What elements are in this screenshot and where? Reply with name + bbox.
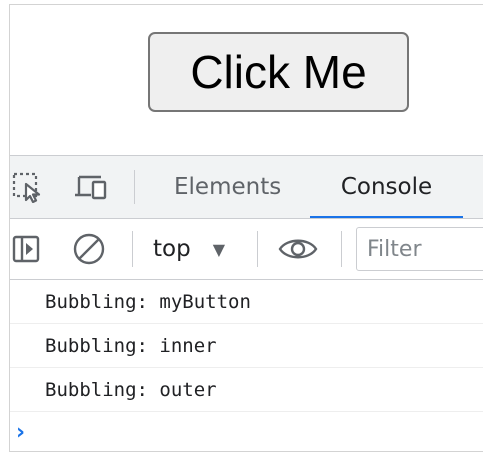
browser-viewport: Click Me Elements Console top ▼ Filter B… <box>9 4 483 452</box>
inspect-element-icon[interactable] <box>10 170 46 204</box>
show-sidebar-icon[interactable] <box>10 231 44 267</box>
clear-console-icon[interactable] <box>70 231 108 267</box>
tabbar-divider <box>134 170 135 204</box>
devtools-tab-bar: Elements Console <box>10 156 483 219</box>
console-messages: Bubbling: myButton Bubbling: inner Bubbl… <box>10 280 483 451</box>
context-value: top <box>153 236 191 262</box>
console-message-text: Bubbling: myButton <box>45 290 251 313</box>
prompt-chevron-icon: › <box>16 419 26 445</box>
console-prompt[interactable]: › <box>10 412 483 451</box>
console-message: Bubbling: outer <box>10 368 483 412</box>
console-filter-input[interactable] <box>356 227 483 271</box>
toolbar-divider-2 <box>257 231 258 267</box>
console-message-text: Bubbling: outer <box>45 378 217 401</box>
console-toolbar: top ▼ <box>10 219 483 280</box>
click-me-button[interactable]: Click Me <box>148 32 409 112</box>
device-toolbar-icon[interactable] <box>70 170 112 204</box>
console-message: Bubbling: inner <box>10 324 483 368</box>
tab-elements[interactable]: Elements <box>174 156 281 218</box>
console-message-text: Bubbling: inner <box>45 334 217 357</box>
console-message: Bubbling: myButton <box>10 280 483 324</box>
javascript-context-select[interactable]: top ▼ <box>153 219 225 279</box>
toolbar-divider-3 <box>341 231 342 267</box>
active-tab-indicator <box>310 216 463 218</box>
live-expression-eye-icon[interactable] <box>276 231 320 267</box>
devtools-panel: Elements Console top ▼ Filter Bubbling: … <box>10 155 483 451</box>
page-content: Click Me <box>10 5 483 155</box>
tab-elements-label: Elements <box>174 174 282 200</box>
chevron-down-icon: ▼ <box>212 239 226 259</box>
tab-console-label: Console <box>340 174 433 200</box>
toolbar-divider-1 <box>132 231 133 267</box>
tab-console[interactable]: Console <box>310 156 463 218</box>
